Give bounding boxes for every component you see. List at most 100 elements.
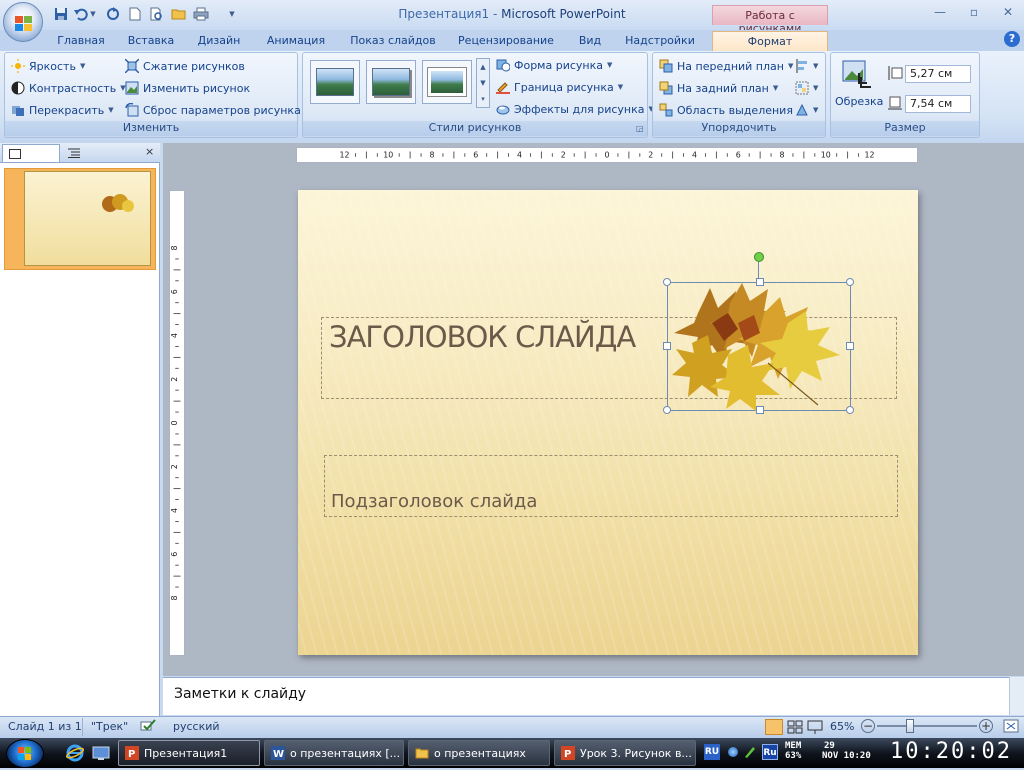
notes-pane[interactable]: Заметки к слайду (163, 677, 1009, 715)
task-label: Презентация1 (144, 746, 228, 760)
tab-format[interactable]: Формат (712, 31, 828, 51)
fit-to-window-icon[interactable] (1003, 719, 1019, 733)
resize-handle-n[interactable] (756, 278, 764, 286)
change-picture-button[interactable]: Изменить рисунок (125, 78, 250, 98)
notes-scrollbar[interactable] (1009, 677, 1024, 715)
ie-icon[interactable] (65, 744, 85, 762)
tab-animation[interactable]: Анимация (260, 31, 332, 51)
compress-pictures-button[interactable]: Сжатие рисунков (125, 56, 245, 76)
tab-outline[interactable] (62, 145, 124, 162)
slide-thumbnail[interactable] (24, 171, 151, 266)
align-icon (796, 59, 807, 73)
tab-slides[interactable] (2, 144, 60, 162)
spellcheck-icon[interactable] (140, 719, 156, 733)
tab-slide-show[interactable]: Показ слайдов (344, 31, 442, 51)
resize-handle-e[interactable] (846, 342, 854, 350)
zoom-slider-thumb[interactable] (905, 719, 914, 733)
ruler-label: 6 (170, 289, 179, 294)
crop-button[interactable] (841, 59, 871, 89)
show-desktop-icon[interactable] (92, 744, 110, 762)
send-to-back-button[interactable]: На задний план ▼ (659, 78, 778, 98)
tab-insert[interactable]: Вставка (122, 31, 180, 51)
rotate-handle[interactable] (754, 252, 764, 262)
maximize-icon[interactable]: ▫ (962, 5, 986, 23)
style-preview-image (372, 68, 410, 96)
picture-border-button[interactable]: Граница рисунка ▼ (496, 77, 623, 97)
picture-style-2[interactable] (366, 60, 416, 104)
tab-view[interactable]: Вид (570, 31, 610, 51)
slide-sorter-icon[interactable] (786, 719, 804, 735)
resize-handle-se[interactable] (846, 406, 854, 414)
contrast-button[interactable]: Контрастность ▼ (11, 78, 126, 98)
rotate-button[interactable]: ▼ (795, 100, 818, 120)
picture-style-1[interactable] (310, 60, 360, 104)
reset-picture-button[interactable]: Сброс параметров рисунка (125, 100, 301, 120)
picture-effects-button[interactable]: Эффекты для рисунка▼ (496, 99, 654, 119)
styles-dialog-launcher-icon[interactable]: ◲ (636, 124, 645, 133)
language-bar-indicator[interactable]: RU (704, 744, 720, 760)
pen-icon (496, 82, 510, 94)
resize-handle-sw[interactable] (663, 406, 671, 414)
brightness-icon (11, 59, 25, 73)
slides-tab-icon (9, 149, 21, 159)
styles-gallery-scroll[interactable]: ▲ ▼ ▾ (476, 58, 490, 108)
office-button[interactable] (3, 2, 43, 42)
help-icon[interactable]: ? (1004, 31, 1020, 47)
slide-title: ЗАГОЛОВОК СЛАЙДА (329, 320, 636, 354)
group-objects-icon (795, 81, 809, 95)
height-input[interactable]: 5,27 см (905, 65, 971, 83)
network-icon[interactable] (728, 747, 738, 757)
normal-view-icon[interactable] (765, 719, 783, 735)
taskbar-item-powerpoint[interactable]: P Презентация1 (118, 740, 260, 766)
ruler-label: 12 (339, 151, 349, 160)
selection-pane-label: Область выделения (677, 103, 793, 117)
tab-review[interactable]: Рецензирование (452, 31, 560, 51)
width-input[interactable]: 7,54 см (905, 95, 971, 113)
system-clock[interactable]: 10:20:02 (890, 739, 1012, 764)
tab-home[interactable]: Главная (50, 31, 112, 51)
task-label: Урок 3. Рисунок в... (580, 746, 692, 760)
align-button[interactable]: ▼ (795, 56, 818, 76)
taskbar-item-powerpoint-2[interactable]: P Урок 3. Рисунок в... (554, 740, 696, 766)
style-preview-image (316, 68, 354, 96)
contrast-label: Контрастность (29, 81, 117, 95)
zoom-out-icon[interactable]: − (861, 719, 875, 733)
picture-border-label: Граница рисунка (514, 80, 614, 94)
keyboard-layout-indicator[interactable]: Ru (762, 744, 778, 760)
zoom-level[interactable]: 65% (830, 720, 854, 733)
minimize-icon[interactable]: — (928, 5, 952, 23)
tab-addins[interactable]: Надстройки (620, 31, 700, 51)
zoom-in-icon[interactable]: + (979, 719, 993, 733)
resize-handle-ne[interactable] (846, 278, 854, 286)
ruler-label: 8 (170, 245, 179, 250)
close-icon[interactable]: ✕ (996, 5, 1020, 23)
selected-picture[interactable] (663, 278, 854, 414)
slide-show-icon[interactable] (806, 719, 824, 735)
resize-handle-nw[interactable] (663, 278, 671, 286)
group-objects-button[interactable]: ▼ (795, 78, 818, 98)
zoom-slider[interactable] (877, 719, 977, 733)
slide-canvas[interactable]: ЗАГОЛОВОК СЛАЙДА Подзаголовок слайда (298, 190, 918, 655)
picture-shape-button[interactable]: Форма рисунка ▼ (496, 55, 612, 75)
pen-tray-icon[interactable] (743, 745, 757, 759)
resize-handle-s[interactable] (756, 406, 764, 414)
bring-to-front-button[interactable]: На передний план ▼ (659, 56, 793, 76)
reset-picture-label: Сброс параметров рисунка (143, 103, 301, 117)
start-button[interactable] (6, 739, 44, 768)
tab-design[interactable]: Дизайн (188, 31, 250, 51)
theme-name: "Трек" (91, 720, 129, 733)
brightness-button[interactable]: Яркость ▼ (11, 56, 85, 76)
picture-style-3[interactable] (422, 60, 472, 104)
ruler-label: 2 (170, 464, 179, 469)
selection-pane-button[interactable]: Область выделения (659, 100, 793, 120)
autumn-leaves-image (672, 283, 840, 411)
bring-front-icon (659, 59, 673, 73)
taskbar-item-folder[interactable]: о презентациях (408, 740, 550, 766)
language-indicator[interactable]: русский (173, 720, 220, 733)
subtitle-placeholder[interactable]: Подзаголовок слайда (324, 455, 898, 517)
resize-handle-w[interactable] (663, 342, 671, 350)
recolor-button[interactable]: Перекрасить ▼ (11, 100, 114, 120)
taskbar-item-word-1[interactable]: W о презентациях [... (264, 740, 404, 766)
close-panel-icon[interactable]: × (145, 145, 154, 158)
send-back-icon (659, 81, 673, 95)
